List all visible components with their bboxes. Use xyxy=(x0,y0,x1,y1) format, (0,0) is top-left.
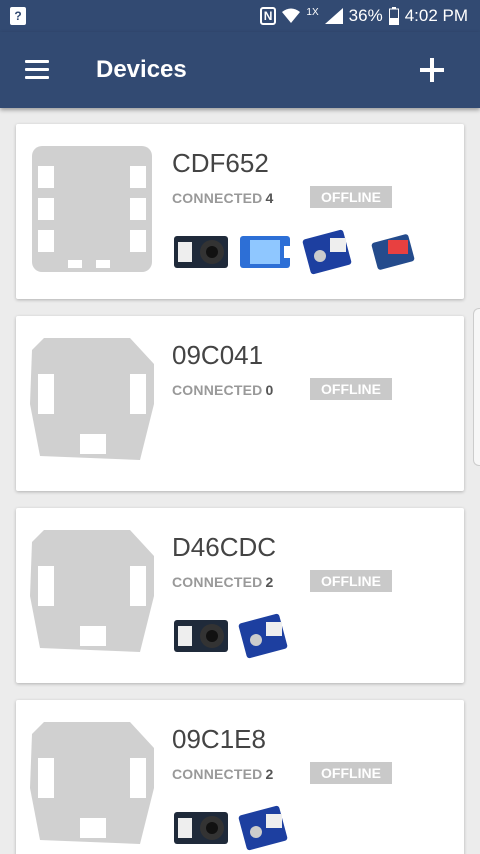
connected-label: CONNECTED 2 xyxy=(172,574,274,590)
nfc-icon: N xyxy=(259,7,277,25)
connected-count: 4 xyxy=(265,190,274,206)
clock: 4:02 PM xyxy=(404,6,468,25)
status-bar: ? N 1X 36% 4:02 PM xyxy=(0,0,480,32)
device-card[interactable]: D46CDC CONNECTED 2 OFFLINE xyxy=(16,508,464,683)
status-badge: OFFLINE xyxy=(310,186,392,208)
device-card[interactable]: CDF652 CONNECTED 4 OFFLINE xyxy=(16,124,464,299)
button-module-icon xyxy=(236,612,294,660)
device-name: 09C1E8 xyxy=(172,724,266,754)
button-module-icon xyxy=(236,804,294,852)
status-badge: OFFLINE xyxy=(310,378,392,400)
connected-count: 2 xyxy=(265,766,274,782)
device-list: CDF652 CONNECTED 4 OFFLINE 09C041 CONNEC… xyxy=(0,108,480,854)
module-list xyxy=(172,804,294,852)
notification-icon: ? xyxy=(10,7,26,25)
hamburger-menu-icon[interactable] xyxy=(20,54,54,86)
network-type: 1X xyxy=(306,6,319,18)
status-badge: OFFLINE xyxy=(310,762,392,784)
device-board-icon xyxy=(30,718,155,852)
connected-label: CONNECTED 0 xyxy=(172,382,274,398)
wifi-icon xyxy=(282,8,301,24)
signal-icon xyxy=(324,8,343,24)
scroll-handle[interactable] xyxy=(473,308,480,466)
connected-count: 0 xyxy=(265,382,274,398)
buzzer-module-icon xyxy=(172,804,230,852)
device-card[interactable]: 09C1E8 CONNECTED 2 OFFLINE xyxy=(16,700,464,854)
device-board-icon xyxy=(30,334,155,468)
battery-icon xyxy=(388,7,399,25)
status-badge: OFFLINE xyxy=(310,570,392,592)
device-name: D46CDC xyxy=(172,532,277,562)
button-module-icon xyxy=(300,228,358,276)
module-list xyxy=(172,612,294,660)
device-board-icon xyxy=(30,526,155,660)
module-list xyxy=(172,228,422,276)
connected-count: 2 xyxy=(265,574,274,590)
app-bar: Devices xyxy=(0,32,480,108)
plus-icon[interactable] xyxy=(412,50,452,90)
connected-label: CONNECTED 4 xyxy=(172,190,274,206)
device-name: CDF652 xyxy=(172,148,269,178)
device-name: 09C041 xyxy=(172,340,264,370)
led-bar-module-icon xyxy=(364,228,422,276)
device-board-icon xyxy=(30,142,155,276)
page-title: Devices xyxy=(96,56,187,83)
connected-label: CONNECTED 2 xyxy=(172,766,274,782)
buzzer-module-icon xyxy=(172,228,230,276)
temp-humidity-sensor-icon xyxy=(236,228,294,276)
buzzer-module-icon xyxy=(172,612,230,660)
battery-percent: 36% xyxy=(348,6,383,25)
device-card[interactable]: 09C041 CONNECTED 0 OFFLINE xyxy=(16,316,464,491)
